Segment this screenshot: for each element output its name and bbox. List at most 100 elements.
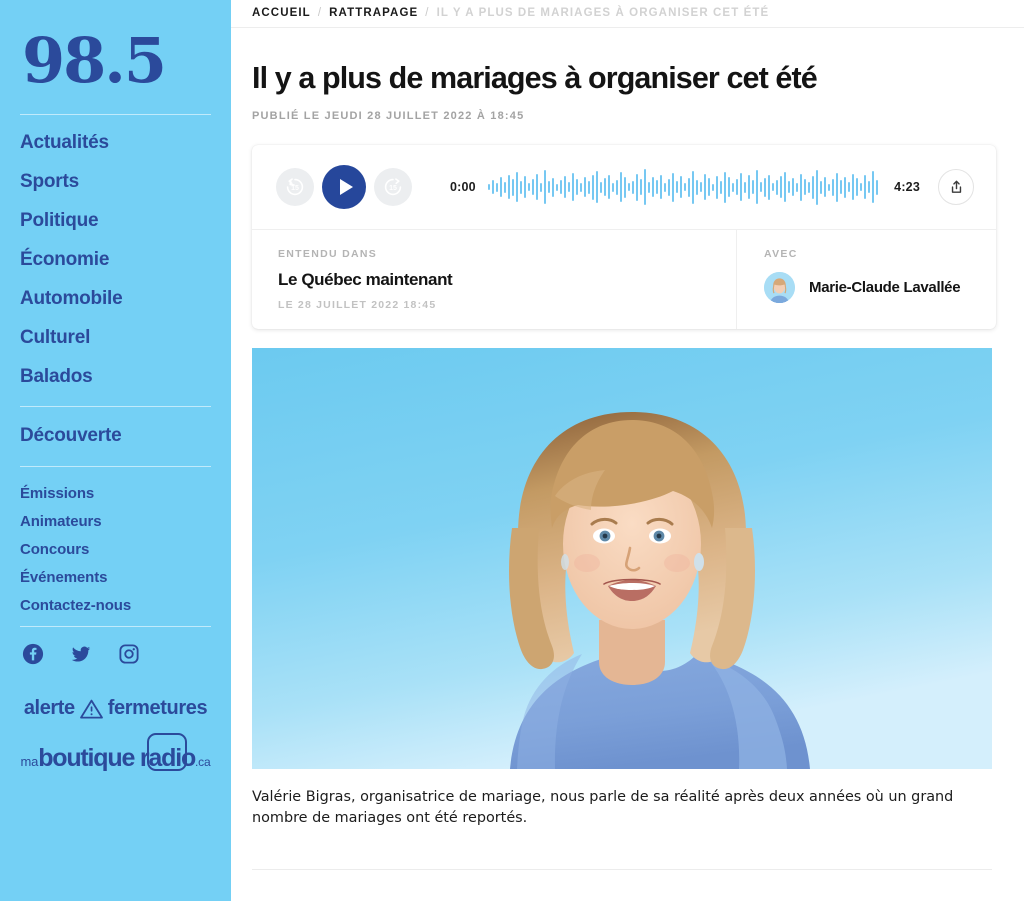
play-button[interactable] bbox=[322, 165, 366, 210]
duration: 4:23 bbox=[894, 180, 920, 195]
waveform-bar bbox=[627, 183, 630, 192]
audio-player-card: 15 15 0:00 4:23 ENTENDU DANS Le Québec m… bbox=[252, 145, 996, 330]
waveform-bar bbox=[595, 171, 598, 204]
host-name: Marie-Claude Lavallée bbox=[809, 279, 961, 297]
breadcrumb-separator-2: / bbox=[425, 7, 430, 19]
breadcrumb-rule bbox=[231, 27, 1024, 28]
fermetures-label: fermetures bbox=[107, 697, 208, 719]
sidebar-divider-4 bbox=[20, 626, 211, 627]
waveform-bar bbox=[507, 175, 510, 200]
waveform-bar bbox=[847, 182, 850, 193]
twitter-icon[interactable] bbox=[70, 643, 92, 665]
waveform-bar bbox=[543, 170, 546, 205]
alerte-fermetures-badge[interactable]: alerte fermetures bbox=[20, 697, 211, 720]
waveform-bar bbox=[827, 183, 830, 191]
breadcrumb-home[interactable]: ACCUEIL bbox=[252, 7, 311, 19]
waveform-bar bbox=[731, 182, 734, 192]
sidebar-item-concours[interactable]: Concours bbox=[20, 542, 211, 557]
host-portrait-illustration bbox=[252, 348, 992, 770]
waveform-bar bbox=[807, 181, 810, 193]
waveform-bar bbox=[815, 169, 818, 205]
waveform-bar bbox=[683, 183, 686, 192]
show-name[interactable]: Le Québec maintenant bbox=[278, 270, 736, 290]
waveform-bar bbox=[679, 176, 682, 199]
waveform-bar bbox=[531, 179, 534, 196]
waveform-bar bbox=[775, 179, 778, 195]
avec-panel: AVEC Marie-Claude Lavallée bbox=[737, 230, 996, 329]
waveform-bar bbox=[503, 181, 506, 193]
sidebar: 98.5 Actualités Sports Politique Économi… bbox=[0, 0, 231, 901]
waveform-bar bbox=[859, 183, 862, 192]
waveform-scrubber[interactable] bbox=[487, 167, 881, 207]
page-title: Il y a plus de mariages à organiser cet … bbox=[252, 61, 818, 95]
share-button[interactable] bbox=[938, 169, 974, 206]
sidebar-item-emissions[interactable]: Émissions bbox=[20, 486, 211, 501]
waveform-bar bbox=[843, 176, 846, 198]
waveform-bar bbox=[615, 179, 618, 195]
waveform-bar bbox=[603, 178, 606, 197]
waveform-bar bbox=[795, 182, 798, 192]
waveform-bar bbox=[651, 177, 654, 198]
waveform-bar bbox=[587, 180, 590, 194]
boutique-prefix: ma bbox=[20, 754, 39, 769]
primary-navigation: Actualités Sports Politique Économie Aut… bbox=[20, 133, 211, 386]
avatar bbox=[764, 272, 795, 304]
sidebar-item-balados[interactable]: Balados bbox=[20, 367, 211, 386]
waveform-bar bbox=[499, 177, 502, 198]
waveform-bar bbox=[611, 182, 614, 192]
waveform-bar bbox=[799, 173, 802, 201]
waveform-bar bbox=[871, 171, 874, 204]
host-row[interactable]: Marie-Claude Lavallée bbox=[764, 272, 996, 304]
waveform-bar bbox=[791, 178, 794, 197]
sidebar-item-evenements[interactable]: Événements bbox=[20, 570, 211, 585]
waveform-bar bbox=[655, 180, 658, 195]
waveform-bar bbox=[711, 183, 714, 191]
breadcrumb-section[interactable]: RATTRAPAGE bbox=[329, 7, 418, 19]
rewind-15-button[interactable]: 15 bbox=[276, 168, 314, 207]
breadcrumb: ACCUEIL / RATTRAPAGE / IL Y A PLUS DE MA… bbox=[231, 0, 1024, 27]
waveform-bar bbox=[583, 177, 586, 198]
sidebar-item-decouverte[interactable]: Découverte bbox=[20, 426, 211, 445]
waveform-bar bbox=[831, 178, 834, 196]
warning-triangle-icon bbox=[79, 699, 103, 718]
sidebar-item-sports[interactable]: Sports bbox=[20, 172, 211, 191]
waveform-bar bbox=[783, 172, 786, 203]
social-links bbox=[20, 643, 211, 665]
svg-text:15: 15 bbox=[389, 185, 397, 192]
svg-text:15: 15 bbox=[291, 185, 299, 192]
waveform-bar bbox=[511, 178, 514, 196]
sidebar-divider-1 bbox=[20, 114, 211, 115]
forward-15-button[interactable]: 15 bbox=[374, 168, 412, 207]
waveform-bar bbox=[691, 170, 694, 204]
facebook-icon[interactable] bbox=[22, 643, 44, 665]
site-logo[interactable]: 98.5 bbox=[20, 30, 211, 92]
sidebar-item-animateurs[interactable]: Animateurs bbox=[20, 514, 211, 529]
sidebar-item-contactez-nous[interactable]: Contactez-nous bbox=[20, 598, 211, 613]
waveform-bar bbox=[491, 180, 494, 195]
waveform-bar bbox=[715, 175, 718, 199]
sidebar-item-actualites[interactable]: Actualités bbox=[20, 133, 211, 152]
content-divider bbox=[252, 868, 992, 870]
waveform-bar bbox=[695, 179, 698, 195]
sidebar-item-automobile[interactable]: Automobile bbox=[20, 289, 211, 308]
sidebar-item-culturel[interactable]: Culturel bbox=[20, 328, 211, 347]
alerte-label: alerte bbox=[23, 697, 75, 719]
waveform-bar bbox=[699, 182, 702, 193]
sidebar-item-politique[interactable]: Politique bbox=[20, 211, 211, 230]
waveform-bar bbox=[707, 178, 710, 197]
current-time: 0:00 bbox=[450, 180, 476, 195]
waveform-bar bbox=[739, 173, 742, 202]
ma-boutique-radio-badge[interactable]: ma boutique radio .ca bbox=[20, 733, 211, 773]
show-date: LE 28 JUILLET 2022 18:45 bbox=[278, 299, 437, 312]
sidebar-item-economie[interactable]: Économie bbox=[20, 250, 211, 269]
waveform-bar bbox=[687, 177, 690, 197]
waveform-bar bbox=[623, 176, 626, 198]
waveform-bar bbox=[751, 180, 754, 195]
waveform-bar bbox=[515, 172, 518, 203]
waveform-bar bbox=[835, 172, 838, 202]
waveform-bar bbox=[771, 183, 774, 192]
waveform-bar bbox=[811, 175, 814, 199]
waveform-bar bbox=[719, 180, 722, 194]
instagram-icon[interactable] bbox=[118, 643, 140, 665]
waveform-bar bbox=[547, 181, 550, 194]
